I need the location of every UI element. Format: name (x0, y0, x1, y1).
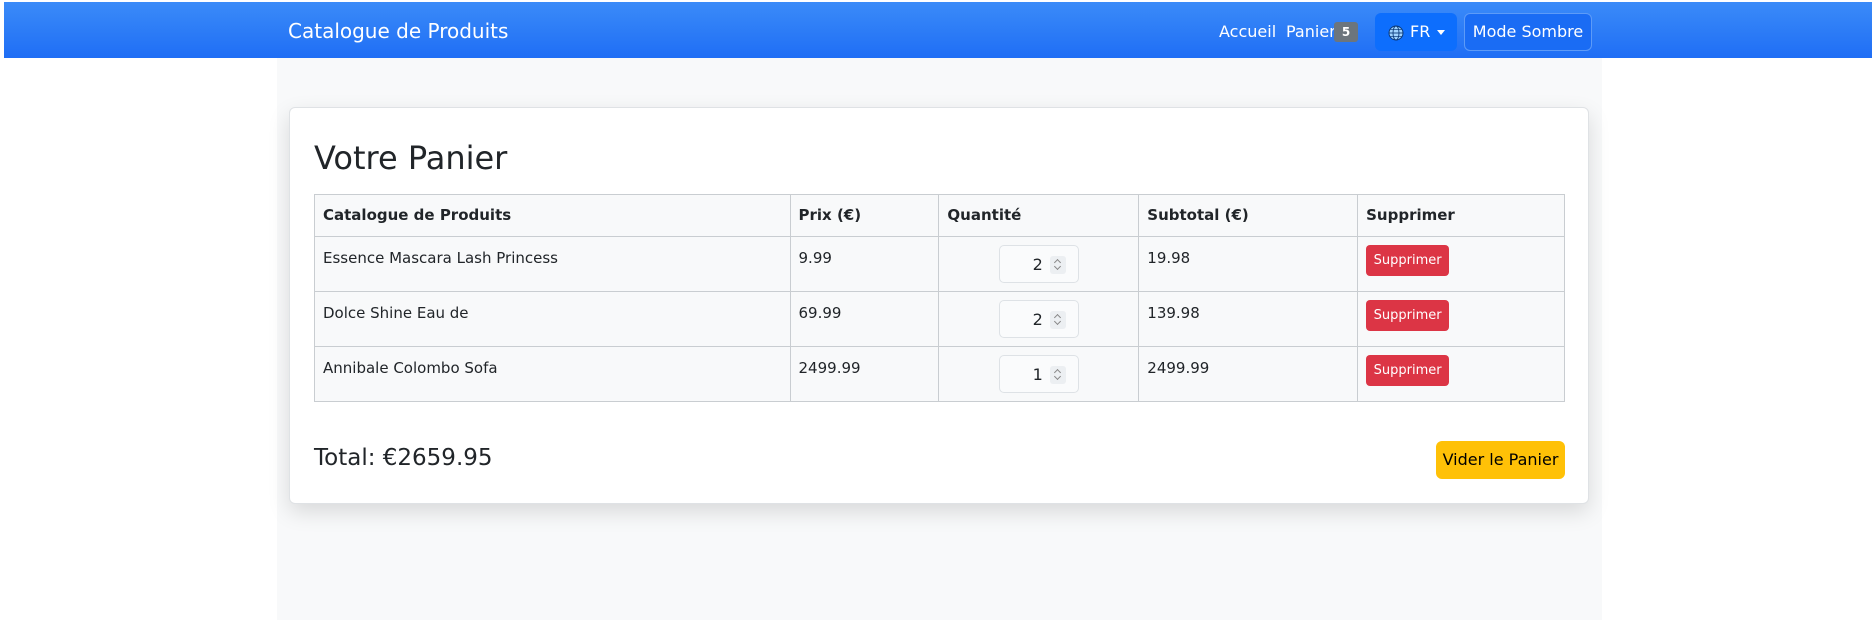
quantity-value: 2 (1032, 310, 1043, 329)
column-header-price: Prix (€) (789, 194, 940, 237)
table-row: Dolce Shine Eau de 69.99 2 139.98 Suppri… (314, 291, 1565, 347)
product-price: 69.99 (789, 291, 940, 347)
quantity-cell: 2 (938, 291, 1140, 347)
spin-buttons[interactable] (1049, 256, 1066, 274)
column-header-subtotal: Subtotal (€) (1138, 194, 1359, 237)
quantity-value: 1 (1032, 365, 1043, 384)
quantity-cell: 1 (938, 346, 1140, 402)
cart-card: Votre Panier Catalogue de Produits Prix … (289, 107, 1589, 504)
caret-down-icon (1437, 30, 1445, 35)
quantity-cell: 2 (938, 236, 1140, 292)
cart-total: Total: €2659.95 (314, 445, 493, 471)
quantity-stepper[interactable]: 1 (998, 355, 1079, 393)
product-name: Annibale Colombo Sofa (314, 346, 791, 402)
product-price: 2499.99 (789, 346, 940, 402)
quantity-value: 2 (1032, 255, 1043, 274)
remove-cell: Supprimer (1357, 291, 1565, 347)
product-subtotal: 2499.99 (1138, 346, 1359, 402)
column-header-quantity: Quantité (938, 194, 1140, 237)
nav-home-link[interactable]: Accueil (1219, 22, 1276, 42)
product-name: Essence Mascara Lash Princess (314, 236, 791, 292)
navbar: Catalogue de Produits Accueil Panier 5 F… (4, 2, 1872, 58)
nav-cart-link[interactable]: Panier (1286, 22, 1336, 42)
product-price: 9.99 (789, 236, 940, 292)
cart-table: Catalogue de Produits Prix (€) Quantité … (314, 194, 1565, 402)
column-header-remove: Supprimer (1357, 194, 1565, 237)
language-dropdown-button[interactable]: FR (1375, 13, 1457, 51)
table-row: Essence Mascara Lash Princess 9.99 2 19.… (314, 236, 1565, 292)
chevron-down-icon[interactable] (1053, 317, 1061, 326)
quantity-stepper[interactable]: 2 (998, 300, 1079, 338)
remove-button[interactable]: Supprimer (1366, 355, 1450, 386)
dark-mode-button[interactable]: Mode Sombre (1464, 13, 1592, 51)
table-header-row: Catalogue de Produits Prix (€) Quantité … (314, 194, 1565, 237)
spin-buttons[interactable] (1049, 311, 1066, 329)
language-label: FR (1410, 22, 1431, 41)
remove-cell: Supprimer (1357, 346, 1565, 402)
globe-icon (1388, 25, 1404, 41)
column-header-product: Catalogue de Produits (314, 194, 791, 237)
table-row: Annibale Colombo Sofa 2499.99 1 2499.99 … (314, 346, 1565, 402)
chevron-down-icon[interactable] (1053, 262, 1061, 271)
remove-button[interactable]: Supprimer (1366, 245, 1450, 276)
page-title: Votre Panier (314, 139, 508, 177)
spin-buttons[interactable] (1049, 366, 1066, 384)
chevron-down-icon[interactable] (1053, 372, 1061, 381)
remove-cell: Supprimer (1357, 236, 1565, 292)
product-name: Dolce Shine Eau de (314, 291, 791, 347)
product-subtotal: 19.98 (1138, 236, 1359, 292)
remove-button[interactable]: Supprimer (1366, 300, 1450, 331)
cart-count-badge[interactable]: 5 (1334, 22, 1358, 42)
product-subtotal: 139.98 (1138, 291, 1359, 347)
clear-cart-button[interactable]: Vider le Panier (1436, 441, 1565, 479)
brand-link[interactable]: Catalogue de Produits (288, 19, 508, 43)
quantity-stepper[interactable]: 2 (998, 245, 1079, 283)
